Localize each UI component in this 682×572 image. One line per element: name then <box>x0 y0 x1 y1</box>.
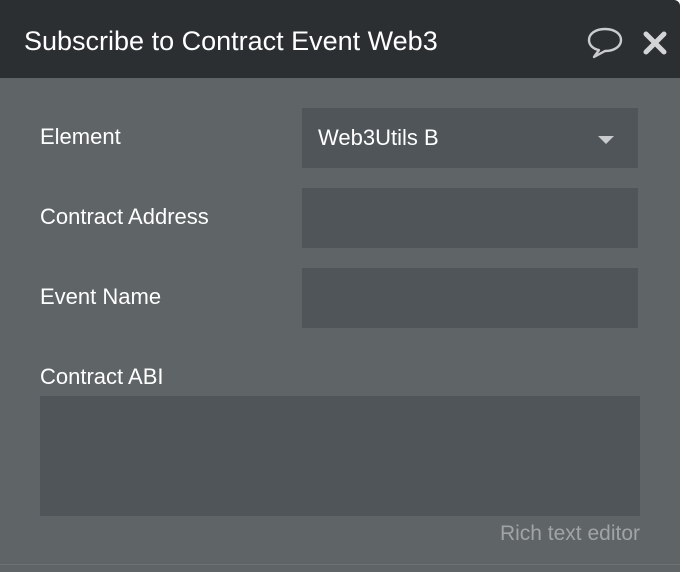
panel-divider <box>0 564 680 565</box>
rich-text-editor-hint[interactable]: Rich text editor <box>440 520 640 548</box>
contract-address-label: Contract Address <box>40 204 209 229</box>
element-dropdown[interactable]: Web3Utils B <box>302 108 638 168</box>
element-label: Element <box>40 124 121 149</box>
close-icon[interactable] <box>642 30 668 56</box>
speech-bubble-icon[interactable] <box>586 26 624 60</box>
event-name-label: Event Name <box>40 284 162 309</box>
event-name-input[interactable] <box>302 268 638 328</box>
contract-abi-editor[interactable] <box>40 396 640 516</box>
element-dropdown-value: Web3Utils B <box>318 125 439 150</box>
panel-header: Subscribe to Contract Event Web3 <box>0 0 680 78</box>
panel-title: Subscribe to Contract Event Web3 <box>24 26 438 56</box>
action-editor-panel: Subscribe to Contract Event Web3 Element… <box>0 0 680 572</box>
contract-abi-label: Contract ABI <box>40 364 164 389</box>
chevron-down-icon <box>598 136 614 144</box>
contract-address-input[interactable] <box>302 188 638 248</box>
